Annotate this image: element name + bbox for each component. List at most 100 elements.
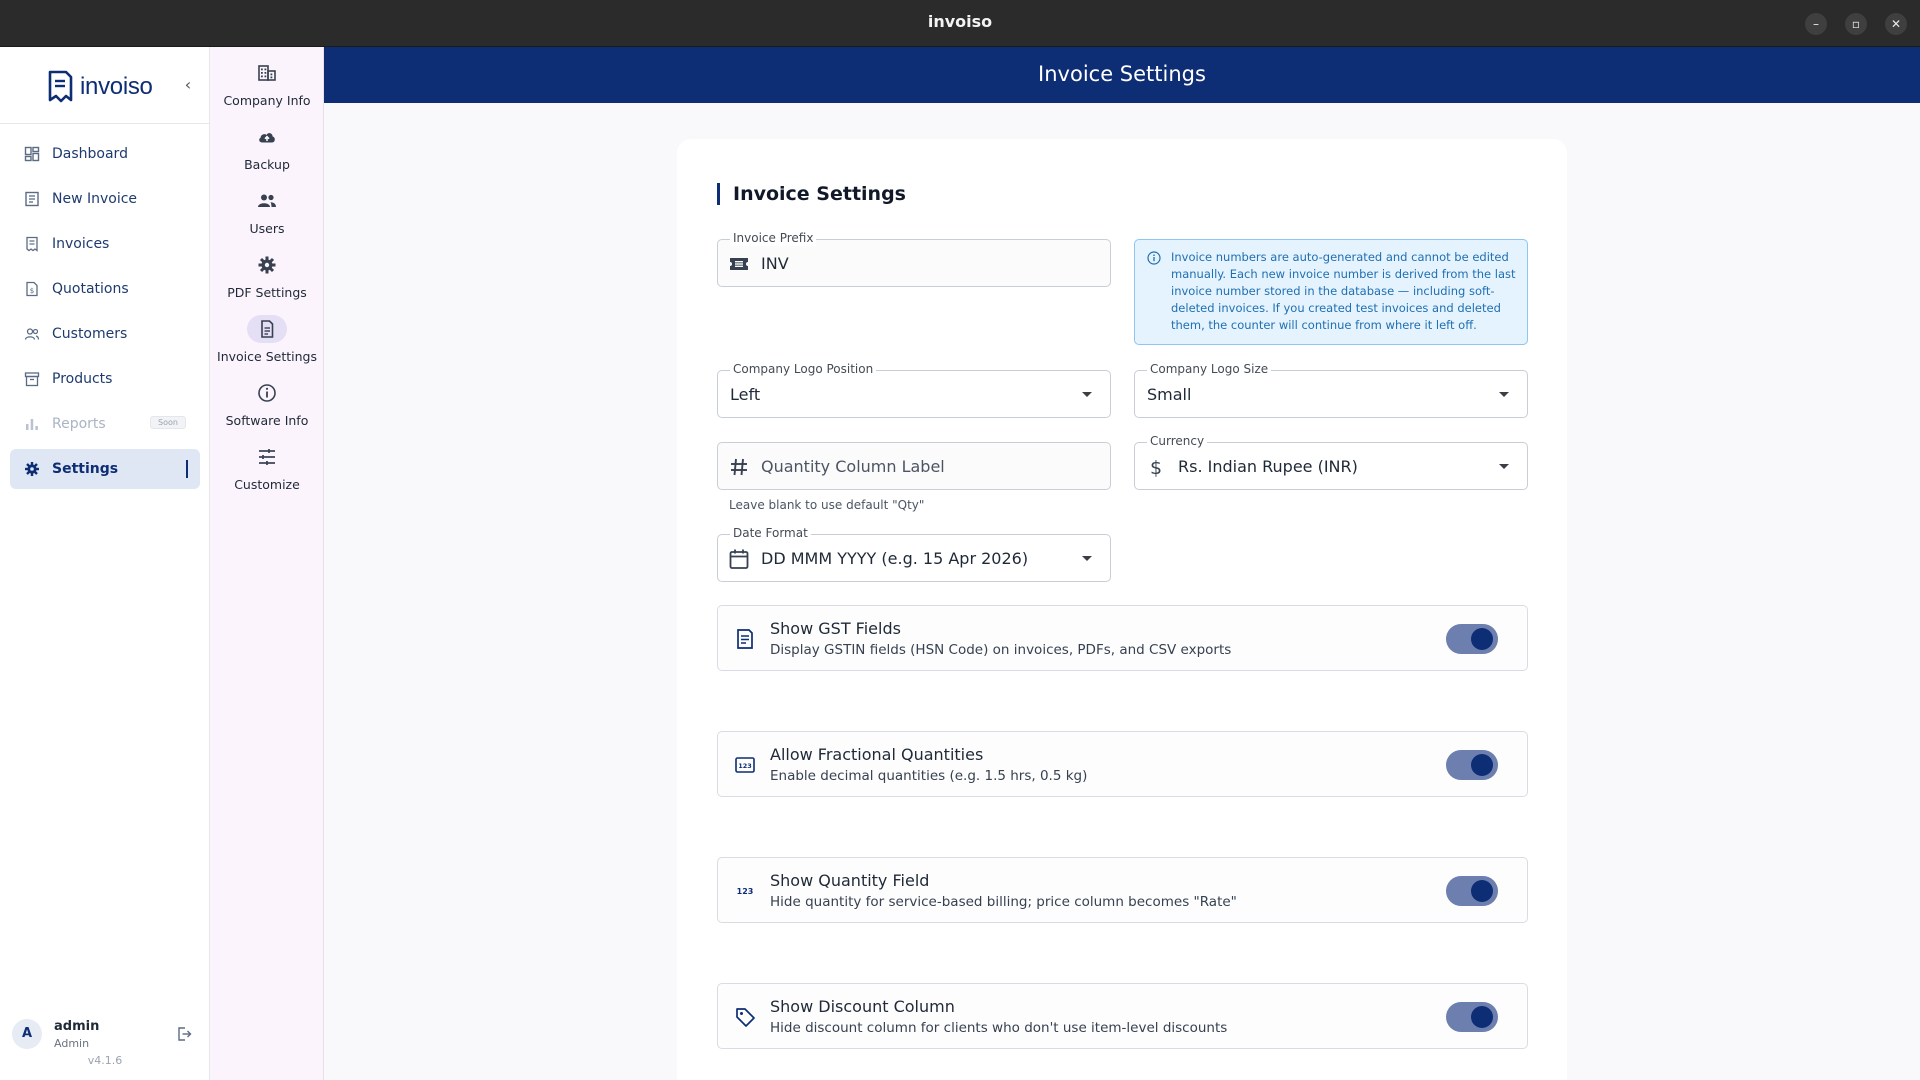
info-text: Invoice numbers are auto-generated and c… bbox=[1171, 250, 1516, 332]
document-icon bbox=[261, 320, 274, 338]
settings-item-label: Users bbox=[249, 221, 285, 236]
toggle-title: Show GST Fields bbox=[770, 619, 901, 638]
minimize-icon[interactable]: – bbox=[1805, 13, 1827, 35]
toggle-card-gst: Show GST Fields Display GSTIN fields (HS… bbox=[717, 605, 1528, 671]
dollar-icon: $ bbox=[1150, 457, 1162, 478]
info-icon bbox=[1147, 251, 1161, 265]
switch-knob bbox=[1471, 754, 1493, 776]
page-header: Invoice Settings bbox=[324, 47, 1920, 103]
settings-item-pdf-settings[interactable]: PDF Settings bbox=[210, 251, 324, 300]
logo-icon bbox=[48, 70, 73, 103]
customers-icon bbox=[24, 328, 40, 340]
chevron-down-icon bbox=[1499, 392, 1509, 397]
app-version: v4.1.6 bbox=[87, 1054, 123, 1067]
info-icon bbox=[258, 384, 276, 402]
collapse-sidebar-button[interactable]: ‹ bbox=[178, 75, 198, 95]
currency-select[interactable]: Currency $ Rs. Indian Rupee (INR) bbox=[1134, 433, 1528, 490]
users-icon bbox=[258, 194, 276, 207]
toggle-switch-quantity[interactable] bbox=[1446, 876, 1498, 906]
numbers-box-icon: 123 bbox=[735, 757, 755, 773]
dashboard-icon bbox=[24, 146, 40, 162]
nav-item-dashboard[interactable]: Dashboard bbox=[10, 134, 200, 174]
field-label: Company Logo Position bbox=[730, 361, 877, 377]
settings-item-company-info[interactable]: Company Info bbox=[210, 59, 324, 108]
toggle-switch-gst[interactable] bbox=[1446, 624, 1498, 654]
section-title: Invoice Settings bbox=[717, 183, 906, 205]
logo-size-select[interactable]: Company Logo Size Small bbox=[1134, 361, 1528, 418]
calendar-icon bbox=[729, 549, 749, 569]
toggle-description: Hide discount column for clients who don… bbox=[770, 1020, 1228, 1036]
field-label: Invoice Prefix bbox=[730, 230, 817, 246]
settings-item-label: PDF Settings bbox=[227, 285, 307, 300]
switch-knob bbox=[1471, 880, 1493, 902]
soon-badge: Soon bbox=[150, 416, 186, 429]
settings-item-label: Customize bbox=[234, 477, 300, 492]
active-indicator bbox=[186, 460, 188, 478]
svg-text:$: $ bbox=[30, 287, 34, 295]
field-value: INV bbox=[761, 254, 789, 273]
toggle-card-quantity: 123 Show Quantity Field Hide quantity fo… bbox=[717, 857, 1528, 923]
nav-item-label: Customers bbox=[52, 326, 128, 342]
main-sidebar: invoiso ‹ Dashboard New Invoice Invoices… bbox=[0, 47, 210, 1080]
nav-item-label: Invoices bbox=[52, 236, 110, 252]
divider bbox=[0, 123, 210, 124]
settings-item-users[interactable]: Users bbox=[210, 187, 324, 236]
date-format-select[interactable]: Date Format DD MMM YYYY (e.g. 15 Apr 202… bbox=[717, 525, 1111, 582]
invoices-icon bbox=[26, 236, 38, 252]
logo-position-select[interactable]: Company Logo Position Left bbox=[717, 361, 1111, 418]
toggle-title: Allow Fractional Quantities bbox=[770, 745, 984, 764]
nav-item-label: Quotations bbox=[52, 281, 129, 297]
invoice-prefix-field[interactable]: Invoice Prefix INV bbox=[717, 230, 1111, 287]
toggle-switch-fractional[interactable] bbox=[1446, 750, 1498, 780]
field-label: Currency bbox=[1147, 433, 1208, 449]
toggle-title: Show Quantity Field bbox=[770, 871, 930, 890]
brand-name: invoiso bbox=[80, 73, 153, 100]
svg-text:123: 123 bbox=[737, 887, 754, 896]
chevron-down-icon bbox=[1499, 464, 1509, 469]
close-icon[interactable]: ✕ bbox=[1885, 13, 1907, 35]
cloud-upload-icon bbox=[259, 133, 275, 143]
toggle-title: Show Discount Column bbox=[770, 997, 955, 1016]
user-role: Admin bbox=[54, 1037, 90, 1050]
settings-item-label: Backup bbox=[244, 157, 290, 172]
building-icon bbox=[258, 65, 276, 81]
gear-icon bbox=[25, 462, 39, 476]
input-placeholder: Quantity Column Label bbox=[761, 457, 945, 476]
field-value: DD MMM YYYY (e.g. 15 Apr 2026) bbox=[761, 549, 1029, 568]
nav-item-label: Products bbox=[52, 371, 113, 387]
toggle-switch-discount[interactable] bbox=[1446, 1002, 1498, 1032]
settings-item-backup[interactable]: Backup bbox=[210, 123, 324, 172]
switch-knob bbox=[1471, 628, 1493, 650]
toggle-card-discount: Show Discount Column Hide discount colum… bbox=[717, 983, 1528, 1049]
toggle-description: Display GSTIN fields (HSN Code) on invoi… bbox=[770, 642, 1232, 658]
user-profile: A admin Admin bbox=[12, 1013, 192, 1053]
settings-item-software-info[interactable]: Software Info bbox=[210, 379, 324, 428]
chevron-down-icon bbox=[1082, 392, 1092, 397]
settings-item-label: Company Info bbox=[223, 93, 311, 108]
nav-item-quotations[interactable]: $ Quotations bbox=[10, 269, 200, 309]
nav-item-customers[interactable]: Customers bbox=[10, 314, 200, 354]
settings-item-customize[interactable]: Customize bbox=[210, 443, 324, 492]
nav-item-label: New Invoice bbox=[52, 191, 138, 207]
logout-icon[interactable] bbox=[176, 1026, 192, 1042]
nav-item-invoices[interactable]: Invoices bbox=[10, 224, 200, 264]
quantity-label-input[interactable]: Quantity Column Label bbox=[717, 442, 1111, 490]
tune-icon bbox=[259, 449, 275, 465]
info-alert: Invoice numbers are auto-generated and c… bbox=[1134, 239, 1528, 345]
hash-icon bbox=[731, 458, 747, 476]
page-title: Invoice Settings bbox=[1038, 62, 1206, 86]
new-invoice-icon bbox=[25, 191, 39, 207]
settings-sidebar: Company Info Backup Users PDF Settings I… bbox=[210, 47, 324, 1080]
nav-item-label: Settings bbox=[52, 461, 119, 477]
nav-item-label: Reports bbox=[52, 416, 106, 432]
svg-text:$: $ bbox=[1150, 457, 1162, 478]
nav-item-new-invoice[interactable]: New Invoice bbox=[10, 179, 200, 219]
settings-item-invoice-settings[interactable]: Invoice Settings bbox=[210, 315, 324, 364]
nav-item-products[interactable]: Products bbox=[10, 359, 200, 399]
gear-icon bbox=[258, 256, 276, 274]
maximize-icon[interactable]: ▫ bbox=[1845, 13, 1867, 35]
settings-item-label: Software Info bbox=[225, 413, 309, 428]
main-content: Invoice Settings Invoice Prefix INV Invo… bbox=[324, 103, 1920, 1080]
switch-knob bbox=[1471, 1006, 1493, 1028]
nav-item-settings[interactable]: Settings bbox=[10, 449, 200, 489]
